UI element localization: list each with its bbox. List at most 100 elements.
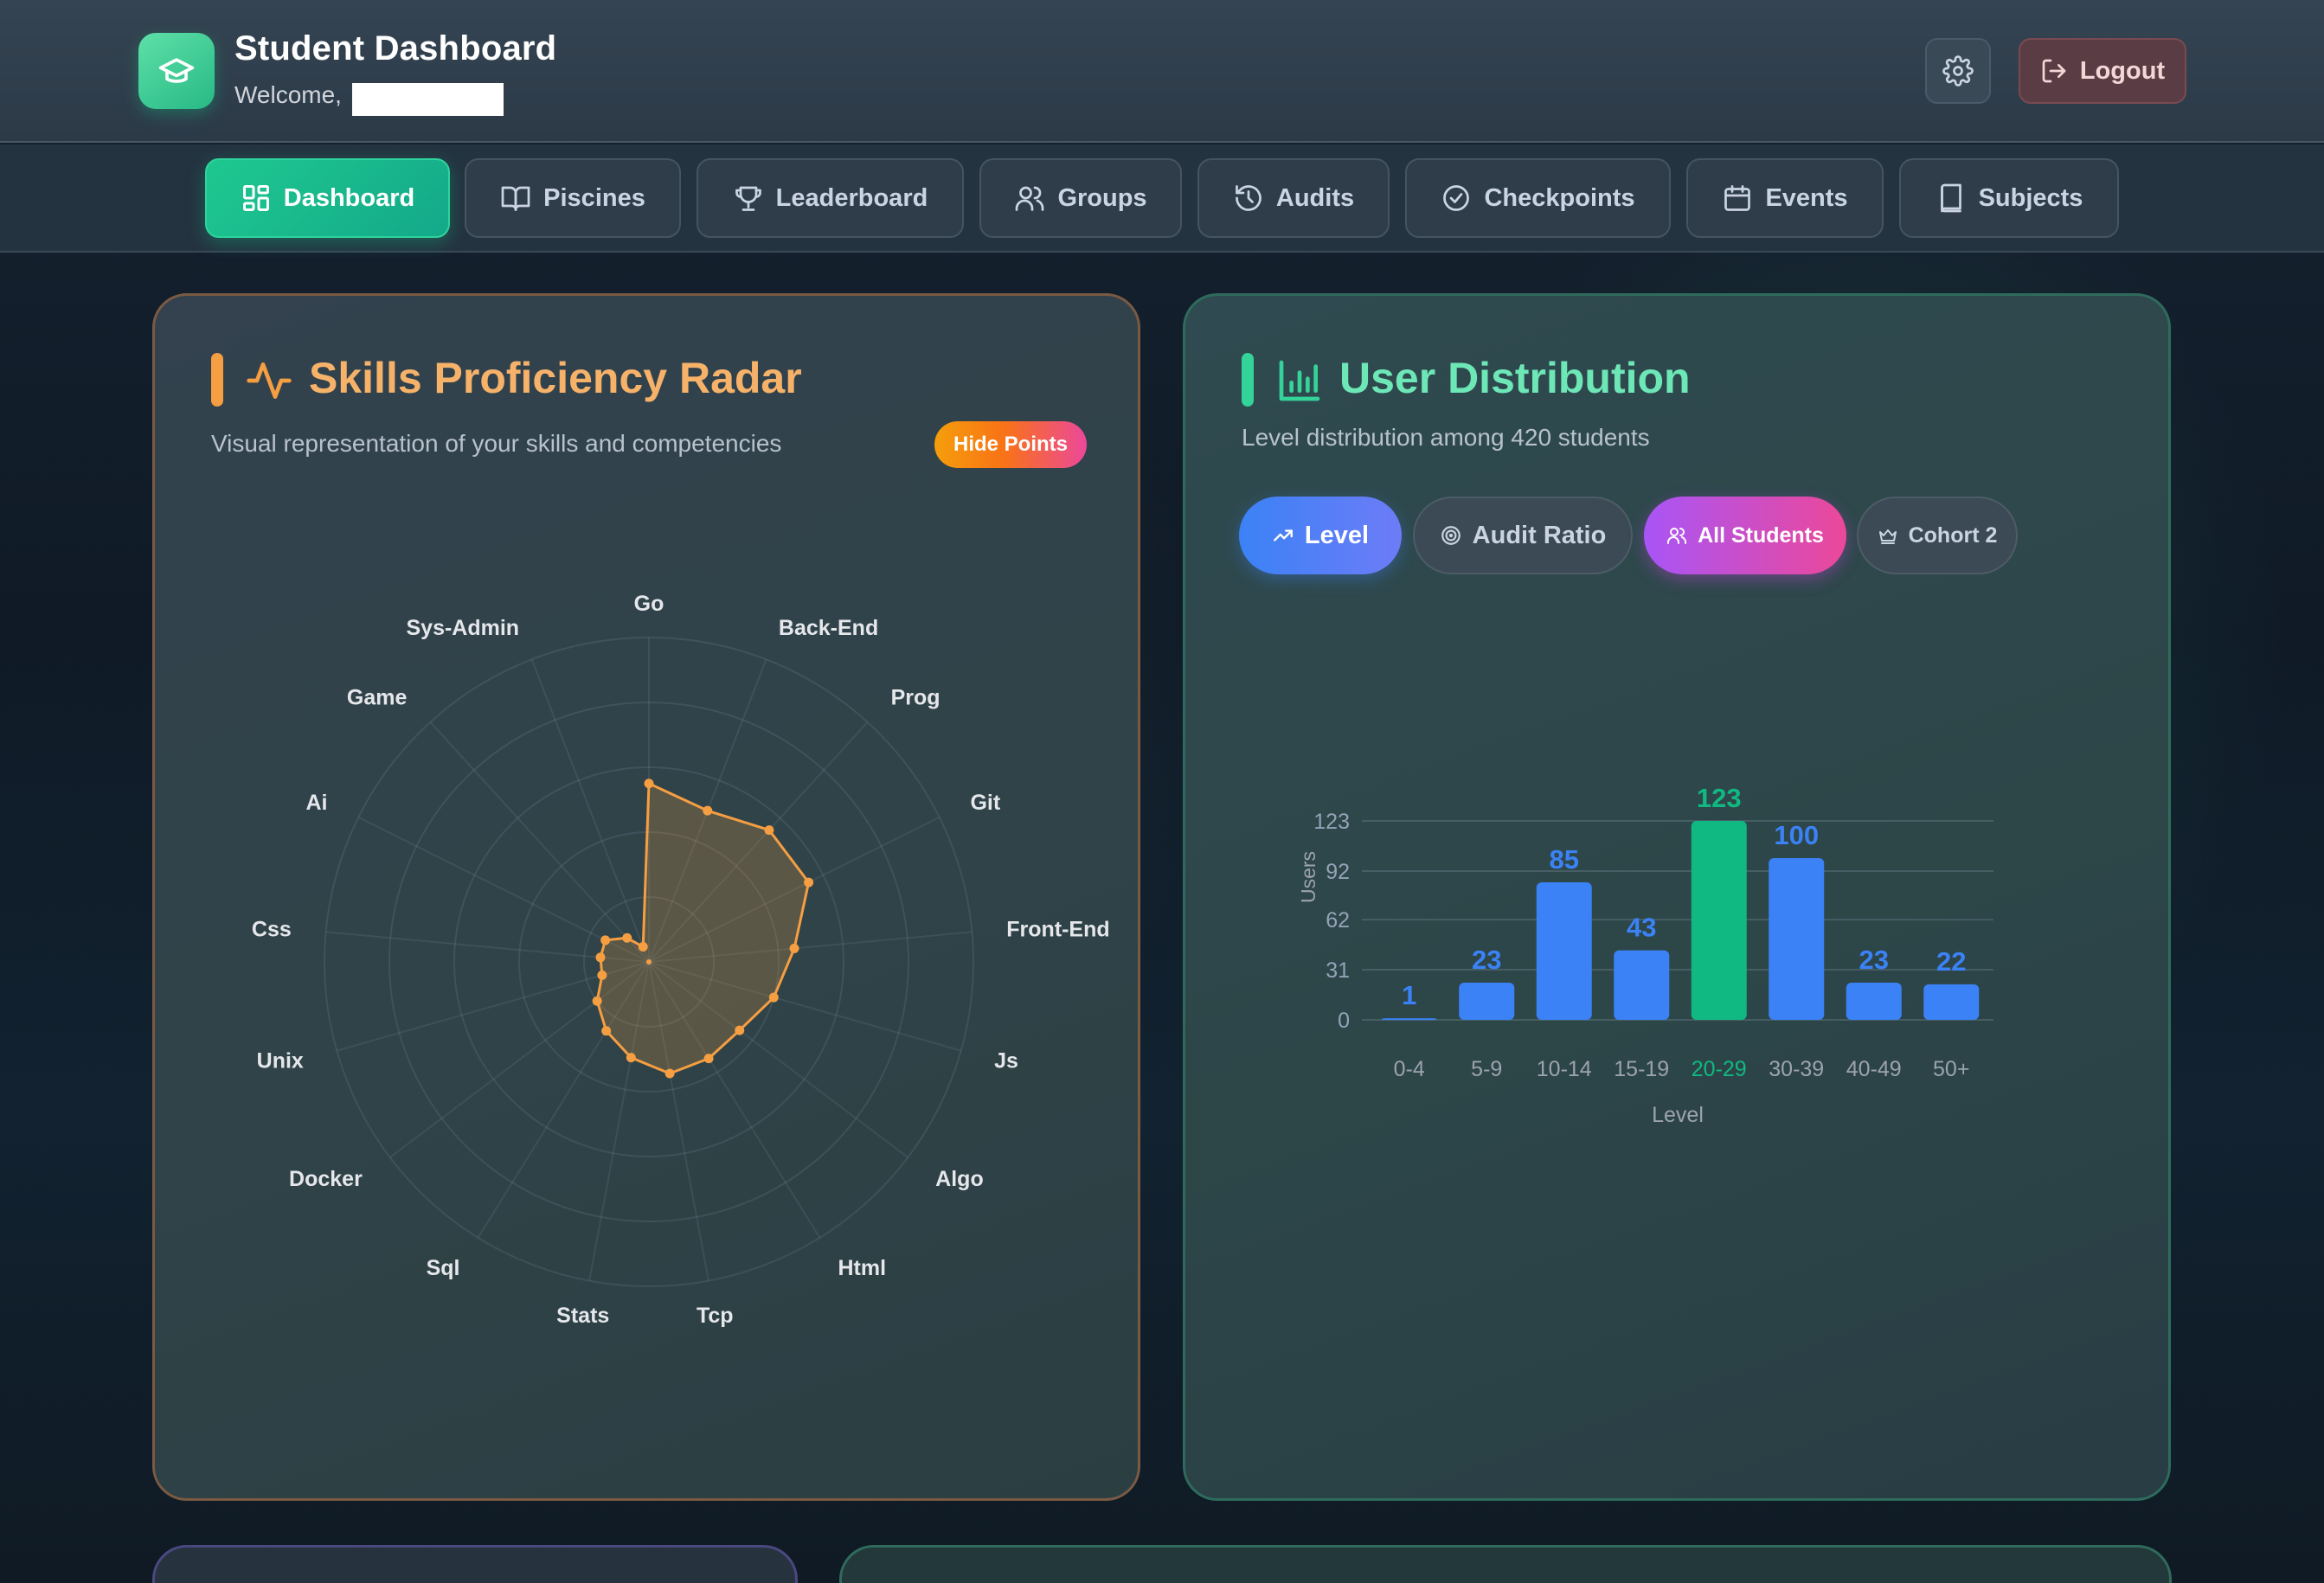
nav-label: Subjects: [1978, 183, 2083, 212]
app-title: Student Dashboard: [234, 29, 557, 67]
bottom-right-card: [839, 1545, 2172, 1583]
bar: [1846, 982, 1902, 1020]
y-tick-label: 62: [1326, 908, 1350, 932]
bar-value-label: 23: [1472, 945, 1501, 975]
radar-point: [664, 1068, 675, 1079]
logout-icon: [2042, 59, 2066, 83]
nav-piscines[interactable]: Piscines: [465, 158, 681, 238]
nav-label: Groups: [1057, 183, 1147, 212]
radar-axis-label: Sql: [427, 1256, 460, 1280]
bar: [1381, 1018, 1437, 1021]
x-tick-label: 30-39: [1769, 1057, 1824, 1081]
radar-axis-label: Game: [347, 685, 408, 709]
x-axis-label: Level: [1652, 1103, 1704, 1127]
bar: [1923, 984, 1980, 1020]
radar-axis: [530, 658, 650, 963]
x-tick-label: 10-14: [1537, 1057, 1592, 1081]
radar-axis-label: Tcp: [697, 1304, 734, 1328]
radar-axis-label: Sys-Admin: [406, 616, 519, 640]
bar-value-label: 23: [1859, 945, 1889, 975]
radar-axis: [429, 721, 650, 963]
nav-audits[interactable]: Audits: [1197, 158, 1390, 238]
x-tick-label: 5-9: [1471, 1057, 1502, 1081]
radar-axis-label: Go: [634, 592, 664, 616]
radar-point: [703, 805, 713, 816]
radar-point: [804, 877, 814, 888]
bar: [1691, 821, 1747, 1020]
radar-axis-label: Algo: [935, 1167, 984, 1191]
user-distribution-card: User Distribution Level distribution amo…: [1183, 293, 2171, 1501]
logout-label: Logout: [2079, 56, 2166, 85]
nav-label: Audits: [1275, 183, 1355, 212]
bar: [1769, 858, 1825, 1020]
bottom-left-card: [152, 1545, 798, 1583]
x-tick-label: 15-19: [1614, 1057, 1669, 1081]
welcome-text: Welcome,: [234, 81, 342, 108]
nav-groups[interactable]: Groups: [979, 158, 1182, 238]
nav-events[interactable]: Events: [1686, 158, 1884, 238]
x-tick-label: 50+: [1933, 1057, 1969, 1081]
radar-axis-label: Js: [994, 1049, 1018, 1073]
x-tick-label: 0-4: [1394, 1057, 1425, 1081]
gear-icon: [1942, 55, 1974, 87]
radar-point: [601, 1026, 612, 1036]
nav-subjects[interactable]: Subjects: [1899, 158, 2119, 238]
radar-point: [638, 942, 648, 952]
nav-dashboard[interactable]: Dashboard: [205, 158, 450, 238]
radar-axis-label: Css: [252, 918, 292, 942]
username-redacted: [352, 83, 504, 116]
bar: [1614, 950, 1670, 1020]
radar-point: [644, 779, 654, 789]
bar-value-label: 123: [1697, 783, 1742, 813]
y-tick-label: 31: [1326, 958, 1350, 983]
nav-label: Events: [1765, 183, 1848, 212]
radar-axis-label: Prog: [891, 685, 941, 709]
radar-axis-label: Git: [970, 791, 1000, 815]
y-tick-label: 123: [1313, 810, 1350, 834]
app-header: Student Dashboard Welcome, Logout: [0, 0, 2324, 143]
nav-label: Dashboard: [283, 183, 415, 212]
calendar-icon: [1724, 185, 1751, 211]
radar-axis-label: Back-End: [779, 616, 878, 640]
radar-axis-label: Unix: [257, 1049, 304, 1073]
nav-label: Checkpoints: [1484, 183, 1635, 212]
radar-point: [600, 935, 611, 945]
nav-checkpoints[interactable]: Checkpoints: [1405, 158, 1671, 238]
book-open-icon: [501, 186, 530, 211]
bar-value-label: 100: [1774, 820, 1819, 850]
nav-label: Leaderboard: [775, 183, 928, 212]
main-nav: Dashboard Piscines Leaderboard Groups Au…: [0, 144, 2324, 253]
bar-value-label: 85: [1550, 844, 1579, 875]
logout-button[interactable]: Logout: [2019, 38, 2186, 104]
settings-button[interactable]: [1925, 38, 1991, 104]
radar-point: [595, 952, 606, 963]
radar-point: [768, 992, 779, 1003]
graduation-cap-icon: [138, 33, 215, 109]
users-icon: [1016, 186, 1044, 211]
bar-value-label: 22: [1936, 946, 1966, 977]
skills-radar-card: Skills Proficiency Radar Visual represen…: [152, 293, 1140, 1501]
radar-point: [789, 943, 799, 953]
radar-point: [592, 996, 602, 1006]
check-circle-icon: [1443, 185, 1470, 211]
radar-axis-label: Front-End: [1006, 918, 1109, 942]
history-icon: [1236, 185, 1262, 211]
bar: [1536, 882, 1592, 1020]
trophy-icon: [735, 186, 761, 211]
radar-center: [646, 959, 652, 965]
radar-point: [626, 1053, 636, 1063]
book-icon: [1940, 183, 1961, 213]
nav-leaderboard[interactable]: Leaderboard: [697, 158, 964, 238]
nav-label: Piscines: [543, 183, 645, 212]
radar-chart: Go Back-End Prog Git Front-End Js Algo Html Tcp S…: [252, 592, 1110, 1328]
radar-area: [595, 782, 811, 1075]
y-tick-label: 0: [1338, 1009, 1350, 1033]
radar-axis-label: Stats: [556, 1304, 609, 1328]
radar-axis-label: Html: [838, 1256, 886, 1280]
bar-value-label: 43: [1627, 913, 1656, 943]
radar-axis-label: Docker: [289, 1167, 363, 1191]
radar-point: [703, 1054, 714, 1064]
radar-point: [622, 932, 632, 943]
dashboard-icon: [242, 185, 269, 211]
level-bar-chart: 0 31 62 92 123 1 0-4 23 5-9 85 10-14 43 15-19 123 20-2…: [1297, 783, 1993, 1127]
